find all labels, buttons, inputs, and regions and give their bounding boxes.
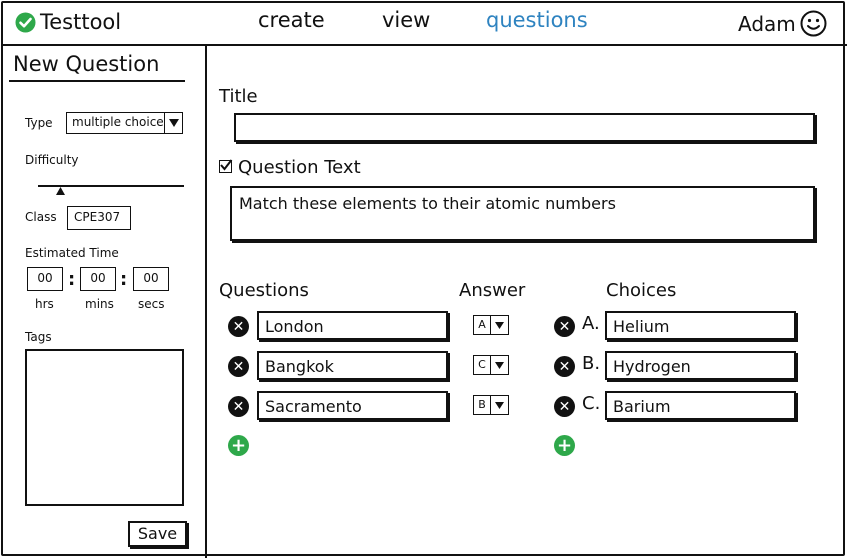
question-input-value: Sacramento: [265, 397, 362, 416]
smiley-icon: [800, 10, 827, 37]
tags-label: Tags: [25, 330, 52, 344]
time-hours-unit: hrs: [35, 297, 54, 311]
nav-view[interactable]: view: [382, 8, 430, 32]
remove-choice-icon[interactable]: ✕: [554, 316, 575, 337]
remove-question-icon[interactable]: ✕: [228, 396, 249, 417]
choice-input-value: Barium: [613, 397, 671, 416]
caret-down-icon: [491, 396, 508, 414]
choices-header: Choices: [606, 280, 677, 301]
answer-select-value: C: [474, 356, 491, 374]
add-question-icon[interactable]: +: [228, 435, 249, 456]
difficulty-slider[interactable]: [38, 178, 184, 195]
type-label: Type: [25, 116, 53, 130]
app-logo[interactable]: Testtool: [15, 10, 121, 34]
add-choice-icon[interactable]: +: [554, 435, 575, 456]
question-input[interactable]: London: [257, 311, 448, 340]
estimated-time-label: Estimated Time: [25, 246, 119, 260]
type-select-value: multiple choice: [72, 115, 164, 129]
choice-input-value: Hydrogen: [613, 357, 691, 376]
class-label: Class: [25, 210, 57, 224]
user-menu[interactable]: Adam: [738, 10, 827, 37]
app-name: Testtool: [40, 10, 122, 34]
difficulty-label: Difficulty: [25, 153, 79, 167]
user-name: Adam: [738, 11, 796, 36]
question-input-value: Bangkok: [265, 357, 334, 376]
question-input[interactable]: Bangkok: [257, 351, 448, 380]
choice-input[interactable]: Barium: [605, 391, 796, 420]
remove-choice-icon[interactable]: ✕: [554, 396, 575, 417]
nav-questions[interactable]: questions: [486, 8, 588, 32]
caret-down-icon: [491, 316, 508, 334]
difficulty-slider-thumb[interactable]: [56, 180, 65, 195]
answer-select[interactable]: B: [473, 395, 509, 415]
time-minutes-unit: mins: [85, 297, 114, 311]
remove-question-icon[interactable]: ✕: [228, 316, 249, 337]
time-seconds-input[interactable]: 00: [133, 267, 169, 291]
time-hours-input[interactable]: 00: [27, 267, 63, 291]
question-input-value: London: [265, 317, 324, 336]
answer-select-value: B: [474, 396, 491, 414]
time-separator: :: [68, 269, 76, 290]
choice-input[interactable]: Helium: [605, 311, 796, 340]
answer-header: Answer: [459, 280, 526, 301]
answer-select[interactable]: A: [473, 315, 509, 335]
checkmark-icon: [220, 159, 233, 171]
sidebar-title: New Question: [13, 52, 160, 76]
caret-down-icon: [164, 113, 182, 133]
time-separator: :: [120, 269, 128, 290]
class-input[interactable]: CPE307: [67, 206, 131, 230]
nav-create[interactable]: create: [258, 8, 325, 32]
time-seconds-unit: secs: [138, 297, 165, 311]
question-input[interactable]: Sacramento: [257, 391, 448, 420]
choice-letter: C.: [582, 393, 601, 414]
remove-choice-icon[interactable]: ✕: [554, 356, 575, 377]
question-text-checkbox[interactable]: [219, 159, 233, 173]
caret-down-icon: [491, 356, 508, 374]
question-text-label: Question Text: [238, 157, 361, 178]
choice-input-value: Helium: [613, 317, 670, 336]
sidebar-title-divider: [9, 80, 185, 82]
answer-select-value: A: [474, 316, 491, 334]
choice-input[interactable]: Hydrogen: [605, 351, 796, 380]
remove-question-icon[interactable]: ✕: [228, 356, 249, 377]
tags-textarea[interactable]: [25, 349, 184, 506]
choice-letter: B.: [582, 353, 601, 374]
time-minutes-input[interactable]: 00: [80, 267, 116, 291]
type-select[interactable]: multiple choice: [66, 112, 183, 134]
save-button-label: Save: [137, 524, 178, 543]
choice-letter: A.: [582, 313, 600, 334]
title-input[interactable]: [234, 113, 815, 142]
question-text-input[interactable]: Match these elements to their atomic num…: [230, 186, 815, 241]
title-label: Title: [219, 86, 258, 107]
check-circle-icon: [15, 12, 36, 33]
save-button[interactable]: Save: [128, 521, 187, 547]
questions-header: Questions: [219, 280, 309, 301]
question-text-value: Match these elements to their atomic num…: [239, 194, 616, 213]
answer-select[interactable]: C: [473, 355, 509, 375]
